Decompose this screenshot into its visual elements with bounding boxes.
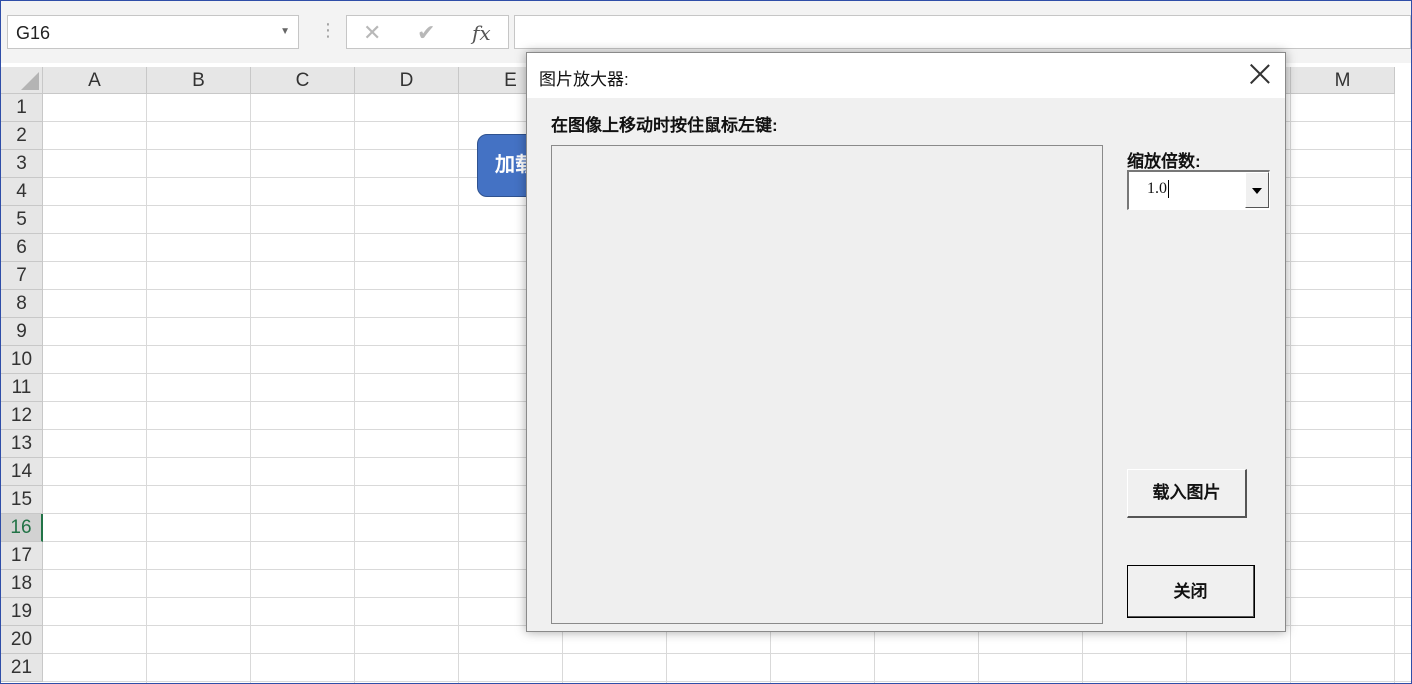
column-header[interactable]: B	[147, 67, 251, 94]
row-header[interactable]: 5	[1, 206, 43, 234]
close-icon[interactable]	[1249, 63, 1271, 85]
row-header[interactable]: 2	[1, 122, 43, 150]
column-header[interactable]: M	[1291, 67, 1395, 94]
row-header[interactable]: 12	[1, 402, 43, 430]
row-header[interactable]: 11	[1, 374, 43, 402]
row-header[interactable]: 14	[1, 458, 43, 486]
zoom-factor-combobox[interactable]: 1.0	[1127, 170, 1270, 210]
load-image-button[interactable]: 载入图片	[1127, 469, 1247, 518]
column-header[interactable]: C	[251, 67, 355, 94]
row-header[interactable]: 1	[1, 94, 43, 122]
dropdown-arrow-icon[interactable]	[1245, 172, 1269, 208]
select-all-corner[interactable]	[1, 67, 43, 94]
formula-input[interactable]	[514, 15, 1411, 49]
row-header[interactable]: 4	[1, 178, 43, 206]
row-header[interactable]: 20	[1, 626, 43, 654]
chevron-down-icon[interactable]: ▼	[280, 26, 290, 37]
close-button[interactable]: 关闭	[1127, 565, 1255, 618]
row-header[interactable]: 9	[1, 318, 43, 346]
row-header[interactable]: 17	[1, 542, 43, 570]
column-header[interactable]: D	[355, 67, 459, 94]
zoom-factor-label: 缩放倍数:	[1127, 152, 1201, 171]
row-header[interactable]: 15	[1, 486, 43, 514]
row-header[interactable]: 10	[1, 346, 43, 374]
row-header[interactable]: 7	[1, 262, 43, 290]
row-header[interactable]: 8	[1, 290, 43, 318]
insert-function-icon[interactable]: fx	[472, 21, 491, 45]
zoom-factor-value[interactable]: 1.0	[1147, 180, 1169, 198]
dialog-titlebar[interactable]: 图片放大器:	[527, 53, 1285, 98]
grip-icon: ⋮	[319, 20, 337, 40]
row-header[interactable]: 3	[1, 150, 43, 178]
dialog-title: 图片放大器:	[539, 70, 629, 89]
row-header[interactable]: 19	[1, 598, 43, 626]
instruction-label: 在图像上移动时按住鼠标左键:	[551, 116, 778, 135]
image-display-area[interactable]	[551, 145, 1103, 624]
name-box-value: G16	[16, 23, 51, 43]
name-box[interactable]: G16 ▼	[7, 15, 299, 49]
enter-icon[interactable]: ✔	[417, 20, 435, 46]
row-header[interactable]: 13	[1, 430, 43, 458]
formula-buttons: ✕ ✔ fx	[346, 15, 509, 49]
cancel-icon[interactable]: ✕	[363, 20, 381, 46]
row-header[interactable]: 16	[1, 514, 43, 542]
image-magnifier-dialog: 图片放大器: 在图像上移动时按住鼠标左键: 缩放倍数: 1.0 载入图片 关闭	[526, 52, 1286, 632]
column-header[interactable]: A	[43, 67, 147, 94]
row-header[interactable]: 18	[1, 570, 43, 598]
row-header[interactable]: 21	[1, 654, 43, 682]
row-header[interactable]: 6	[1, 234, 43, 262]
